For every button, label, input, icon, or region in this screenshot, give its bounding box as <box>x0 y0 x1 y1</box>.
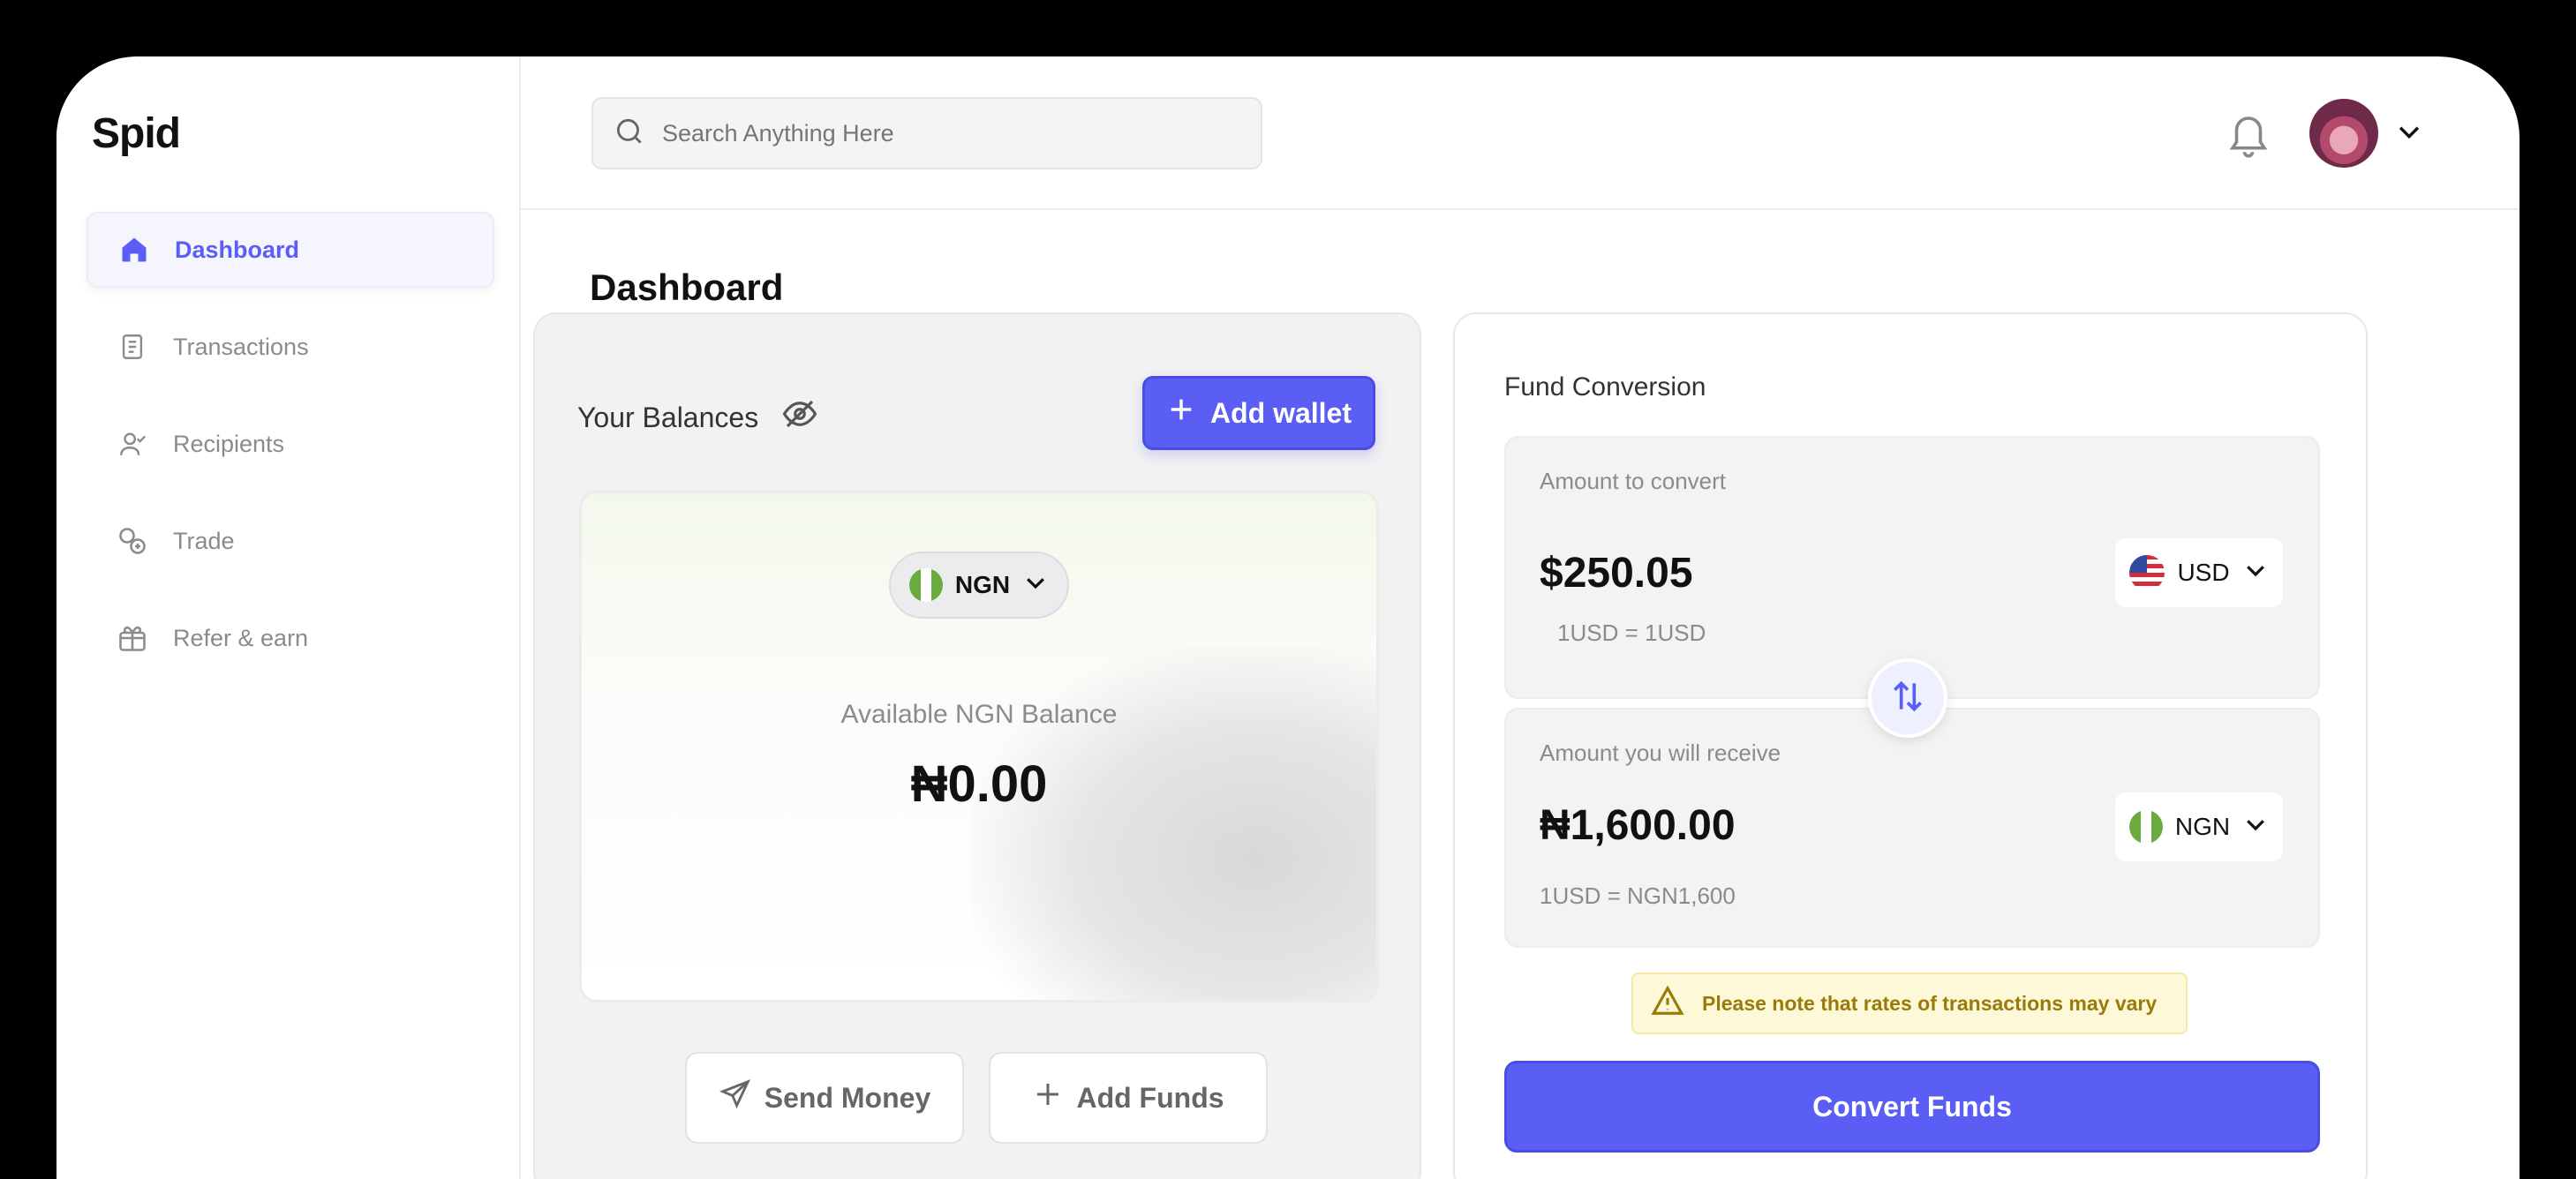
send-money-button[interactable]: Send Money <box>685 1052 964 1144</box>
sidebar-item-refer[interactable]: Refer & earn <box>87 600 494 676</box>
home-icon <box>117 232 152 267</box>
add-wallet-label: Add wallet <box>1209 396 1352 429</box>
plus-icon <box>1166 394 1196 432</box>
convert-funds-button[interactable]: Convert Funds <box>1504 1061 2320 1153</box>
convert-from-amount[interactable]: $250.05 <box>1540 549 1693 597</box>
sidebar-item-label: Refer & earn <box>173 624 309 651</box>
add-funds-label: Add Funds <box>1076 1081 1224 1114</box>
app-logo: Spid <box>92 110 181 157</box>
coins-icon <box>115 523 150 559</box>
sidebar-item-trade[interactable]: Trade <box>87 503 494 579</box>
top-bar <box>521 56 2520 210</box>
rates-notice-text: Please note that rates of transactions m… <box>1702 991 2158 1015</box>
balances-header: Your Balances <box>577 395 818 439</box>
sidebar-item-label: Transactions <box>173 333 309 360</box>
available-balance-label: Available NGN Balance <box>840 700 1118 729</box>
search-icon <box>613 115 646 153</box>
wallet-actions: Send Money Add Funds <box>685 1052 1268 1144</box>
fund-conversion-card: Fund Conversion Amount to convert $250.0… <box>1453 312 2368 1179</box>
nigeria-flag-icon <box>908 568 943 602</box>
sidebar-item-recipients[interactable]: Recipients <box>87 406 494 482</box>
to-currency-select[interactable]: NGN <box>2115 792 2283 861</box>
available-balance-value: ₦0.00 <box>910 755 1048 813</box>
chevron-down-icon <box>2242 811 2269 844</box>
sidebar: Spid Dashboard Transactions Recipients T… <box>56 56 521 1179</box>
notification-bell-icon[interactable] <box>2225 108 2272 165</box>
warning-icon <box>1651 984 1702 1023</box>
convert-from-rate: 1USD = 1USD <box>1557 620 1706 646</box>
convert-to-label: Amount you will receive <box>1540 740 1781 766</box>
gift-icon <box>115 620 150 656</box>
wallet-balance-card: NGN Available NGN Balance ₦0.00 <box>579 491 1379 1003</box>
balances-title: Your Balances <box>577 401 759 433</box>
convert-from-label: Amount to convert <box>1540 468 1726 494</box>
swap-currencies-button[interactable] <box>1868 658 1947 738</box>
receipt-icon <box>115 329 150 364</box>
balances-card: Your Balances Add wallet NGN Available N… <box>533 312 1421 1179</box>
fund-conversion-title: Fund Conversion <box>1504 372 1706 402</box>
send-icon <box>719 1078 765 1118</box>
convert-to-rate: 1USD = NGN1,600 <box>1540 882 1736 909</box>
eye-off-icon[interactable] <box>781 395 818 439</box>
swap-arrows-icon <box>1888 677 1927 720</box>
convert-to-panel: Amount you will receive ₦1,600.00 1USD =… <box>1504 708 2320 948</box>
to-currency-label: NGN <box>2174 813 2231 840</box>
wallet-currency-select[interactable]: NGN <box>889 552 1069 619</box>
user-check-icon <box>115 426 150 462</box>
from-currency-label: USD <box>2177 559 2230 586</box>
sidebar-item-label: Dashboard <box>175 236 300 263</box>
nigeria-flag-icon <box>2128 810 2163 844</box>
sidebar-item-dashboard[interactable]: Dashboard <box>87 212 494 288</box>
sidebar-item-label: Recipients <box>173 430 285 457</box>
page-title: Dashboard <box>590 267 784 308</box>
send-money-label: Send Money <box>764 1081 931 1114</box>
convert-to-amount: ₦1,600.00 <box>1540 802 1736 849</box>
chevron-down-icon <box>2242 557 2269 590</box>
search-box[interactable] <box>591 97 1262 169</box>
from-currency-select[interactable]: USD <box>2115 538 2283 607</box>
search-input[interactable] <box>662 119 1209 147</box>
add-wallet-button[interactable]: Add wallet <box>1142 376 1375 450</box>
chevron-down-icon <box>2394 116 2424 151</box>
us-flag-icon <box>2129 555 2165 590</box>
chevron-down-icon <box>1022 569 1049 602</box>
plus-icon <box>1032 1078 1076 1117</box>
user-menu[interactable] <box>2309 99 2424 168</box>
sidebar-item-transactions[interactable]: Transactions <box>87 309 494 385</box>
wallet-currency-label: NGN <box>954 571 1011 598</box>
avatar[interactable] <box>2309 99 2378 168</box>
sidebar-item-label: Trade <box>173 527 235 554</box>
rates-notice: Please note that rates of transactions m… <box>1631 972 2188 1034</box>
sidebar-nav: Dashboard Transactions Recipients Trade <box>87 212 494 697</box>
add-funds-button[interactable]: Add Funds <box>989 1052 1268 1144</box>
